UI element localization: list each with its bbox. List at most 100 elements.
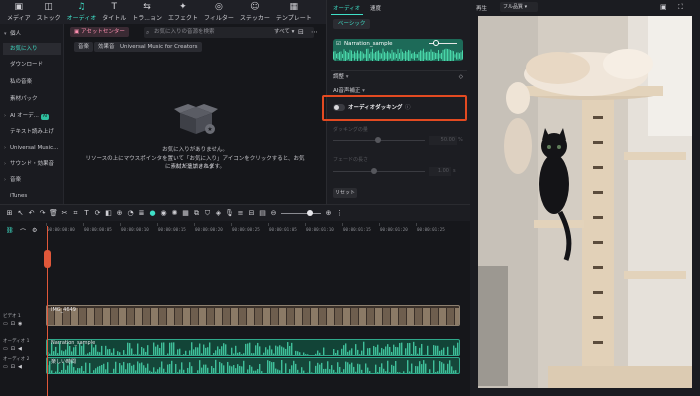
tab-title[interactable]: T タイトル [99, 0, 129, 24]
audio-clip-card[interactable]: ☑ Narration_sample [333, 39, 463, 61]
zoom-in-icon[interactable]: ⊕ [323, 208, 334, 219]
tab-audio[interactable]: ♫ オーディオ [64, 0, 100, 24]
folder-icon[interactable]: ▭ [3, 346, 8, 352]
mic-icon[interactable]: 🎙 [224, 208, 235, 219]
rotate-icon[interactable]: ⟳ [92, 208, 103, 219]
voiceover-icon[interactable]: ≡ [235, 208, 246, 219]
scene-icon[interactable]: ▦ [180, 208, 191, 219]
waveform-bar [459, 361, 460, 374]
tab-media[interactable]: ▣ メディア [4, 0, 34, 24]
slider-knob[interactable] [375, 137, 381, 143]
track-header-video-1[interactable]: ビデオ 1 ▭ ⊡ ◉ [3, 313, 45, 327]
lock-icon[interactable]: ⊡ [11, 346, 15, 352]
grid-icon[interactable]: ⊞ [4, 208, 15, 219]
sidebar-item-tts[interactable]: テキスト読み上げ [3, 126, 61, 138]
waveform-bar [197, 370, 199, 373]
asset-center-button[interactable]: ▣ アセットセンター [70, 27, 129, 37]
undo-icon[interactable]: ↶ [26, 208, 37, 219]
waveform-bar [253, 370, 255, 373]
volume-knob[interactable] [433, 40, 439, 46]
reset-button[interactable]: リセット [333, 188, 357, 198]
playhead-handle[interactable] [44, 250, 51, 268]
lock-icon[interactable]: ⊡ [11, 364, 15, 370]
fade-length-slider[interactable] [333, 171, 425, 172]
fade-length-value[interactable]: 1.00 [429, 167, 451, 176]
sidebar-item-universal-music[interactable]: › Universal Music... [3, 142, 61, 154]
magnet-icon[interactable]: ⌒ [20, 227, 26, 236]
filter-tab-universal[interactable]: Universal Music for Creators [116, 42, 202, 52]
slider-knob[interactable] [371, 168, 377, 174]
ducking-level-value[interactable]: 50.00 [429, 136, 457, 145]
timeline-ruler[interactable]: 00:00:00:00 00:00:00:05 00:00:00:10 00:00:0… [46, 223, 466, 233]
zoom-slider[interactable] [281, 209, 321, 216]
eye-icon[interactable]: ◉ [18, 321, 22, 327]
zoom-slider-knob[interactable] [307, 209, 313, 216]
quality-dropdown[interactable]: フル品質 ▾ [500, 2, 538, 12]
mask-icon[interactable]: ◧ [103, 208, 114, 219]
track-header-audio-2[interactable]: オーディオ 2 ▭ ⊡ ◀ [3, 356, 45, 370]
crop-icon[interactable]: ⌗ [70, 208, 81, 219]
redo-icon[interactable]: ↷ [37, 208, 48, 219]
marker-icon[interactable]: ◈ [213, 208, 224, 219]
tab-stock[interactable]: ◫ ストック [34, 0, 64, 24]
speed-icon[interactable]: ◔ [125, 208, 136, 219]
pointer-icon[interactable]: ↖ [15, 208, 26, 219]
color-icon[interactable]: ● [147, 208, 158, 219]
snap-icon[interactable]: ⧉ [191, 208, 202, 219]
waveform-bar [229, 365, 231, 373]
chevron-right-icon: › [4, 161, 6, 167]
zoom-out-icon[interactable]: ⊖ [268, 208, 279, 219]
basic-tab[interactable]: ベーシック [333, 19, 371, 29]
split-icon[interactable]: ⊟ [246, 208, 257, 219]
ruler-tick [120, 223, 121, 226]
render-icon[interactable]: ◉ [158, 208, 169, 219]
track-settings-icon[interactable]: ⚙ [32, 227, 37, 234]
folder-icon[interactable]: ▭ [3, 364, 8, 370]
filter-icon-button[interactable]: ⊟ [294, 27, 308, 37]
waveform-bar [417, 54, 418, 58]
snapshot-icon[interactable]: ▣ [660, 3, 667, 11]
ai-icon[interactable]: ✺ [169, 208, 180, 219]
more-icon[interactable]: ⋮ [334, 208, 345, 219]
video-clip[interactable]: IMG_4649 [46, 305, 460, 326]
sidebar-item-ai-audio[interactable]: › AI オーデ... AI [3, 110, 61, 122]
film-frame [135, 308, 142, 325]
sidebar-item-sound-effects[interactable]: › サウンド・効果音 [3, 158, 61, 170]
zoom-icon[interactable]: ⊕ [114, 208, 125, 219]
tab-template[interactable]: ▦ テンプレート [273, 0, 315, 24]
sidebar-item-asset-pack[interactable]: 素材パック [3, 93, 61, 105]
sidebar-item-personal[interactable]: ▾ 個人 [3, 28, 61, 40]
tab-transition[interactable]: ⇆ トラ...ョン [129, 0, 165, 24]
tab-sticker[interactable]: ☺ ステッカー [237, 0, 273, 24]
delete-icon[interactable]: 🗑 [48, 208, 59, 219]
tab-speed[interactable]: 速度 [370, 4, 381, 12]
stabilize-icon[interactable]: ≣ [136, 208, 147, 219]
filter-tab-music[interactable]: 音楽 [74, 42, 94, 52]
tab-effect[interactable]: ✦ エフェクト [165, 0, 201, 24]
sidebar-item-my-music[interactable]: 私の音楽 [3, 76, 61, 88]
more-icon[interactable]: ⋯ [307, 27, 322, 37]
sidebar-item-itunes[interactable]: iTunes [3, 190, 61, 202]
filter-tab-sfx[interactable]: 効果音 [94, 42, 119, 52]
audio-clip-music[interactable]: 楽しい時間 [46, 357, 460, 374]
adjust-section[interactable]: 調整 ▾ ◇ [331, 70, 467, 82]
speaker-icon[interactable]: ◀ [18, 346, 22, 352]
tab-audio-props[interactable]: オーディオ [333, 4, 360, 12]
layout-icon[interactable]: ▤ [257, 208, 268, 219]
sidebar-item-favorites[interactable]: お気に入り [3, 43, 61, 55]
speaker-icon[interactable]: ◀ [18, 364, 22, 370]
lock-icon[interactable]: ⊡ [11, 321, 15, 327]
fullscreen-icon[interactable]: ⛶ [678, 3, 683, 12]
sidebar-item-downloads[interactable]: ダウンロード [3, 59, 61, 71]
link-icon[interactable]: ⛓ [6, 227, 14, 234]
audio-clip-narration[interactable]: Narration_sample [46, 339, 460, 356]
cut-icon[interactable]: ✂ [59, 208, 70, 219]
shield-icon[interactable]: ⛉ [202, 208, 213, 219]
tab-filter[interactable]: ◎ フィルター [201, 0, 237, 24]
sidebar-item-music[interactable]: › 音楽 [3, 174, 61, 186]
waveform-bar [243, 353, 245, 355]
text-icon[interactable]: T [81, 208, 92, 219]
folder-icon[interactable]: ▭ [3, 321, 8, 327]
track-header-audio-1[interactable]: オーディオ 1 ▭ ⊡ ◀ [3, 338, 45, 352]
waveform-bar [331, 365, 333, 373]
